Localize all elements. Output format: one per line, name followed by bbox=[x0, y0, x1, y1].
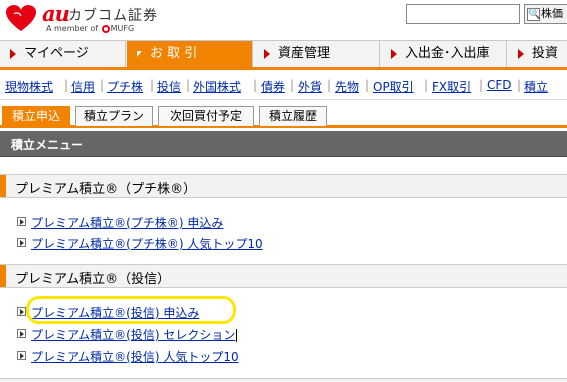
nav-arrow-icon bbox=[391, 48, 397, 59]
list-item: プレミアム積立®(投信) セレクション bbox=[17, 326, 238, 344]
main-nav-item-trade[interactable]: お 取 引 bbox=[127, 41, 253, 67]
sub-nav-link-genbutsu[interactable]: 現物株式 bbox=[5, 78, 53, 95]
sub-nav-link-toshin[interactable]: 投信 bbox=[157, 78, 181, 95]
au-logo-icon[interactable] bbox=[6, 5, 36, 32]
main-nav-item-mypage[interactable]: マイページ bbox=[0, 41, 126, 67]
section-accent-bar bbox=[0, 175, 6, 197]
link-arrow-icon bbox=[17, 329, 26, 338]
link-puchikabu-top10[interactable]: プレミアム積立®(プチ株®) 人気トップ10 bbox=[31, 237, 263, 251]
sub-nav-divider: | bbox=[479, 78, 484, 92]
link-arrow-icon bbox=[17, 351, 26, 360]
nav-arrow-down-icon bbox=[137, 50, 142, 57]
sub-nav-link-fx[interactable]: FX取引 bbox=[432, 78, 471, 95]
main-nav-label: マイページ bbox=[24, 46, 89, 61]
menu-header-title: 積立メニュー bbox=[11, 138, 84, 152]
site-header: au カブコム証券 A member of MUFG 🔍株価 bbox=[0, 0, 567, 40]
sub-nav-divider: | bbox=[64, 78, 69, 92]
brand-au: au bbox=[42, 1, 70, 26]
sub-nav-divider: | bbox=[253, 78, 258, 92]
section-divider bbox=[0, 378, 567, 382]
tsumitate-tabs: 積立申込 積立プラン 次回買付予定 積立履歴 bbox=[0, 104, 567, 128]
link-arrow-icon bbox=[17, 217, 26, 226]
section-title-puchikabu: プレミアム積立®（プチ株®） bbox=[0, 174, 567, 198]
sub-nav-divider: | bbox=[290, 78, 295, 92]
list-item: プレミアム積立®(投信) 申込み bbox=[17, 304, 199, 322]
list-item: プレミアム積立®(プチ株®) 人気トップ10 bbox=[17, 235, 263, 253]
member-group: MUFG bbox=[110, 24, 135, 33]
sub-nav-divider: | bbox=[365, 78, 370, 92]
link-toshin-apply[interactable]: プレミアム積立®(投信) 申込み bbox=[31, 306, 199, 320]
mufg-mark-icon bbox=[101, 24, 110, 33]
nav-arrow-icon bbox=[10, 48, 16, 59]
sub-nav-divider: | bbox=[150, 78, 155, 92]
nav-arrow-icon bbox=[518, 48, 524, 59]
sub-nav-link-bond[interactable]: 債券 bbox=[261, 78, 285, 95]
tab-tsumitate-apply[interactable]: 積立申込 bbox=[2, 106, 70, 126]
link-puchikabu-apply[interactable]: プレミアム積立®(プチ株®) 申込み bbox=[31, 216, 223, 230]
link-arrow-icon bbox=[17, 238, 26, 247]
main-nav-label: お 取 引 bbox=[150, 46, 198, 61]
main-nav-item-assets[interactable]: 資産管理 bbox=[254, 41, 380, 67]
nav-arrow-icon bbox=[264, 48, 270, 59]
stock-search-button[interactable]: 🔍株価 bbox=[524, 4, 567, 24]
brand-member-line: A member of MUFG bbox=[46, 24, 134, 33]
sub-nav-divider: | bbox=[517, 78, 522, 92]
main-nav-label: 投資 bbox=[532, 46, 559, 61]
stock-search-label: 株価 bbox=[541, 7, 563, 20]
sub-nav-link-fx-deposit[interactable]: 外貨 bbox=[298, 78, 322, 95]
section-accent-bar bbox=[0, 265, 6, 287]
sub-nav-divider: | bbox=[327, 78, 332, 92]
main-nav-item-deposit[interactable]: 入出金･入出庫 bbox=[381, 41, 507, 67]
tab-tsumitate-plan[interactable]: 積立プラン bbox=[75, 106, 153, 126]
main-nav: マイページ お 取 引 資産管理 入出金･入出庫 投資 bbox=[0, 40, 567, 70]
tab-tsumitate-history[interactable]: 積立履歴 bbox=[259, 106, 327, 126]
sub-nav-link-puchikabu[interactable]: プチ株 bbox=[107, 78, 143, 95]
list-item: プレミアム積立®(プチ株®) 申込み bbox=[17, 214, 223, 232]
sub-nav-link-option[interactable]: OP取引 bbox=[373, 78, 414, 95]
sub-nav-divider: | bbox=[186, 78, 191, 92]
brand-name: カブコム証券 bbox=[68, 8, 158, 24]
sub-nav-link-futures[interactable]: 先物 bbox=[335, 78, 359, 95]
sub-nav-link-foreign-stock[interactable]: 外国株式 bbox=[193, 78, 241, 95]
sub-nav-divider: | bbox=[424, 78, 429, 92]
sub-nav-link-shinyo[interactable]: 信用 bbox=[71, 78, 95, 95]
sub-nav-link-tsumitate[interactable]: 積立 bbox=[524, 78, 548, 95]
main-nav-item-invest[interactable]: 投資 bbox=[508, 41, 567, 67]
link-toshin-top10[interactable]: プレミアム積立®(投信) 人気トップ10 bbox=[31, 350, 239, 364]
sub-nav-divider: | bbox=[100, 78, 105, 92]
list-item: プレミアム積立®(投信) 人気トップ10 bbox=[17, 348, 239, 366]
section-title-text: プレミアム積立®（プチ株®） bbox=[15, 182, 197, 197]
tsumitate-menu-header: 積立メニュー bbox=[0, 131, 567, 157]
main-nav-label: 資産管理 bbox=[278, 46, 331, 61]
section-title-toshin: プレミアム積立®（投信） bbox=[0, 264, 567, 288]
main-nav-label: 入出金･入出庫 bbox=[405, 46, 490, 61]
link-toshin-selection[interactable]: プレミアム積立®(投信) セレクション bbox=[31, 328, 235, 342]
sub-nav: 現物株式 | 信用 | プチ株 | 投信 | 外国株式 | 債券 | 外貨 | … bbox=[0, 72, 567, 100]
member-prefix: A member of bbox=[46, 24, 99, 33]
tab-next-purchase[interactable]: 次回買付予定 bbox=[158, 106, 254, 126]
link-arrow-icon bbox=[17, 307, 26, 316]
text-cursor-icon bbox=[236, 329, 238, 342]
sub-nav-link-cfd[interactable]: CFD bbox=[487, 78, 512, 92]
search-icon: 🔍 bbox=[527, 7, 541, 21]
stock-search-input[interactable] bbox=[406, 4, 520, 24]
section-title-text: プレミアム積立®（投信） bbox=[15, 272, 171, 287]
